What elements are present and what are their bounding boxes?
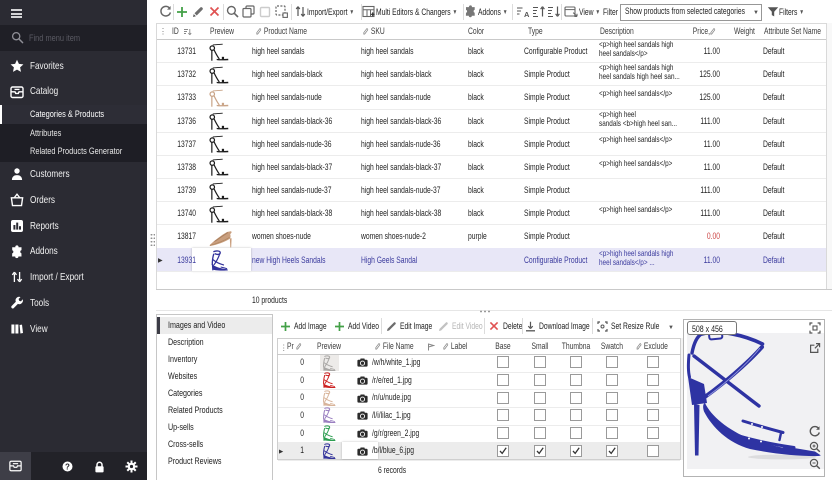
svg-text:?: ? <box>65 462 70 471</box>
svg-text:A: A <box>524 10 530 18</box>
